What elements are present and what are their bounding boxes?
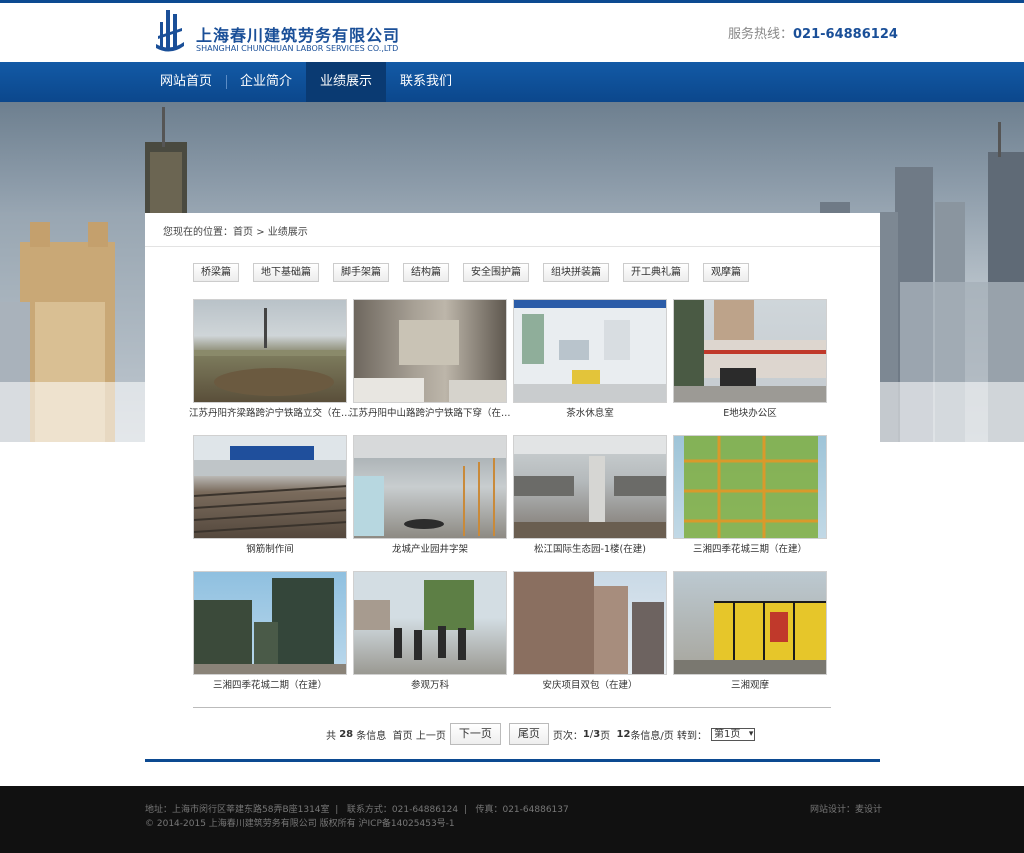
gallery-item[interactable]: 松江国际生态园-1楼(在建) [513,435,667,555]
hotline: 服务热线：021-64886124 [728,23,898,42]
gallery-caption[interactable]: 钢筋制作间 [189,541,351,555]
gallery-item[interactable]: 安庆项目双包（在建） [513,571,667,691]
gallery-photo[interactable] [673,435,827,539]
category-foundation[interactable]: 地下基础篇 [253,263,319,282]
gallery-photo[interactable] [353,435,507,539]
gallery-item[interactable]: 江苏丹阳中山路跨沪宁铁路下穿（在建） [349,299,511,419]
logo-mark-icon [156,10,184,52]
gallery-caption[interactable]: 江苏丹阳齐梁路跨沪宁铁路立交（在建） [189,405,351,419]
gallery-item[interactable]: 三湘观摩 [673,571,827,691]
footer-copyright: © 2014-2015 上海春川建筑劳务有限公司 版权所有 沪ICP备14025… [145,819,455,829]
category-bridge[interactable]: 桥梁篇 [193,263,239,282]
breadcrumb-separator: > [256,227,265,238]
pager-prev-link[interactable]: 上一页 [416,727,446,742]
category-tabs: 桥梁篇 地下基础篇 脚手架篇 结构篇 安全围护篇 组块拼装篇 开工典礼篇 观摩篇 [193,263,763,282]
nav-item-home[interactable]: 网站首页 [146,62,226,102]
gallery-caption[interactable]: 参观万科 [349,677,511,691]
footer-phone: 联系方式：021-64886124 [346,805,459,815]
gallery-photo[interactable] [353,299,507,403]
gallery-photo[interactable] [193,571,347,675]
category-visit[interactable]: 观摩篇 [703,263,749,282]
gallery-photo[interactable] [513,571,667,675]
pager-goto-select[interactable]: 第1页 [711,727,756,741]
pager-page-suffix: 页 [600,730,611,742]
gallery-item[interactable]: 参观万科 [353,571,507,691]
gallery-item[interactable]: 茶水休息室 [513,299,667,419]
main-nav: 网站首页 企业简介 业绩展示 联系我们 [0,62,1024,102]
breadcrumb: 您现在的位置：首页 > 业绩展示 [163,223,308,238]
gallery-caption[interactable]: E地块办公区 [669,405,831,419]
gallery-caption[interactable]: 安庆项目双包（在建） [509,677,671,691]
footer-contact-line: 地址：上海市闵行区莘建东路58弄B座1314室 | 联系方式：021-64886… [145,805,569,815]
category-scaffold[interactable]: 脚手架篇 [333,263,389,282]
gallery-photo[interactable] [193,299,347,403]
pager-divider [193,707,831,708]
content-panel: 您现在的位置：首页 > 业绩展示 桥梁篇 地下基础篇 脚手架篇 结构篇 安全围护… [145,213,880,761]
gallery-caption[interactable]: 三湘观摩 [669,677,831,691]
pager-first-link[interactable]: 首页 [393,727,413,742]
site-header: 上海春川建筑劳务有限公司 SHANGHAI CHUNCHUAN LABOR SE… [0,3,1024,62]
gallery-photo[interactable] [513,299,667,403]
category-safety[interactable]: 安全围护篇 [463,263,529,282]
pager-next-button[interactable]: 下一页 [449,723,501,745]
pager-last-button[interactable]: 尾页 [508,723,549,745]
footer-design-credit: 网站设计：麦设计 [810,802,882,815]
pagination: 共 28 条信息 首页 上一页 下一页 尾页 页次： 1/3 页 12 条信息/页 转… [326,723,756,745]
breadcrumb-prefix: 您现在的位置： [163,227,233,238]
gallery-caption[interactable]: 茶水休息室 [509,405,671,419]
footer-designer-link[interactable]: 麦设计 [855,805,882,815]
hotline-number: 021-64886124 [793,27,898,42]
gallery-caption[interactable]: 龙城产业园井字架 [349,541,511,555]
site-footer: 地址：上海市闵行区莘建东路58弄B座1314室 | 联系方式：021-64886… [0,786,1024,853]
gallery-caption[interactable]: 三湘四季花城二期（在建） [189,677,351,691]
gallery-photo[interactable] [353,571,507,675]
gallery-photo[interactable] [513,435,667,539]
pager-page-total: 3 [593,728,601,740]
category-assembly[interactable]: 组块拼装篇 [543,263,609,282]
gallery-caption[interactable]: 三湘四季花城三期（在建） [669,541,831,555]
pager-total-count: 28 [339,728,354,740]
category-structure[interactable]: 结构篇 [403,263,449,282]
footer-design-label: 网站设计： [810,805,856,815]
nav-item-contact[interactable]: 联系我们 [386,62,466,102]
panel-bottom-bar [145,759,880,762]
gallery-item[interactable]: E地块办公区 [673,299,827,419]
gallery-photo[interactable] [193,435,347,539]
breadcrumb-current[interactable]: 业绩展示 [268,227,308,238]
gallery-caption[interactable]: 松江国际生态园-1楼(在建) [509,541,671,555]
nav-item-projects[interactable]: 业绩展示 [306,62,387,102]
breadcrumb-home-link[interactable]: 首页 [233,227,253,238]
gallery-photo[interactable] [673,299,827,403]
pager-goto-label: 转到： [677,730,707,742]
nav-item-about[interactable]: 企业简介 [226,62,306,102]
gallery-item[interactable]: 江苏丹阳齐梁路跨沪宁铁路立交（在建） [189,299,351,419]
pager-total-prefix: 共 [326,730,336,742]
pager-page-label: 页次： [552,730,583,742]
footer-fax: 传真：021-64886137 [475,805,569,815]
logo-english-name: SHANGHAI CHUNCHUAN LABOR SERVICES CO.,LT… [196,44,399,53]
gallery-item[interactable]: 三湘四季花城二期（在建） [193,571,347,691]
logo-chinese-name: 上海春川建筑劳务有限公司 [196,26,401,45]
gallery-item[interactable]: 钢筋制作间 [193,435,347,555]
gallery-caption[interactable]: 江苏丹阳中山路跨沪宁铁路下穿（在建） [349,405,511,419]
pager-total-suffix: 条信息 [356,730,387,742]
pager-per-page-suffix: 条信息/页 [630,730,674,742]
gallery-item[interactable]: 龙城产业园井字架 [353,435,507,555]
hotline-label: 服务热线： [728,27,794,42]
gallery-photo[interactable] [673,571,827,675]
logo[interactable]: 上海春川建筑劳务有限公司 SHANGHAI CHUNCHUAN LABOR SE… [154,8,404,58]
pager-page-current: 1 [582,728,590,740]
gallery-item[interactable]: 三湘四季花城三期（在建） [673,435,827,555]
category-ceremony[interactable]: 开工典礼篇 [623,263,689,282]
breadcrumb-divider [145,246,880,247]
footer-address: 地址：上海市闵行区莘建东路58弄B座1314室 [145,805,330,815]
pager-per-page: 12 [616,728,631,740]
